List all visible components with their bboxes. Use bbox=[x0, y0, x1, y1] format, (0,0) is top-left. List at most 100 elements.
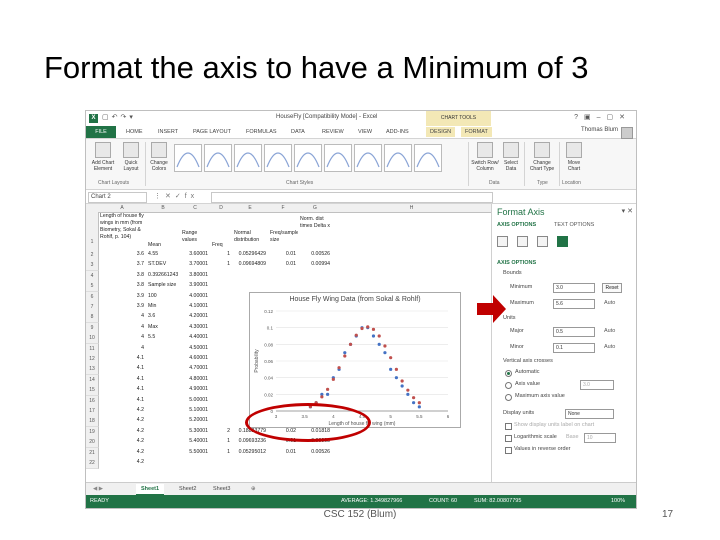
cell-c[interactable]: 5.20001 bbox=[182, 416, 208, 425]
cell-a[interactable]: 4.2 bbox=[100, 437, 144, 446]
axis-value-radio[interactable] bbox=[505, 382, 512, 389]
tab-review[interactable]: REVIEW bbox=[318, 127, 348, 137]
cell-e1[interactable]: Normal distribution bbox=[234, 230, 268, 244]
add-chart-element-button[interactable]: Add Chart Element bbox=[88, 142, 118, 172]
cell-c1[interactable]: Range values bbox=[182, 230, 210, 244]
sheet-tab-3[interactable]: Sheet3 bbox=[208, 484, 235, 494]
tab-axis-options[interactable]: AXIS OPTIONS bbox=[497, 222, 536, 228]
minor-field[interactable]: 0.1 bbox=[553, 343, 595, 353]
maximum-axis-value-radio[interactable] bbox=[505, 394, 512, 401]
tab-view[interactable]: VIEW bbox=[354, 127, 376, 137]
quick-layout-button[interactable]: Quick Layout bbox=[119, 142, 143, 172]
cell-d[interactable]: 1 bbox=[212, 260, 230, 269]
axis-options-icon[interactable] bbox=[557, 236, 568, 247]
tab-add-ins[interactable]: ADD-INS bbox=[382, 127, 413, 137]
cell-a[interactable]: 4 bbox=[100, 333, 144, 342]
chart-style-6[interactable] bbox=[324, 144, 352, 172]
column-header[interactable]: A bbox=[98, 204, 147, 213]
cell-a[interactable]: 4 bbox=[100, 344, 144, 353]
row-header[interactable]: 21 bbox=[86, 447, 99, 459]
cell-c[interactable]: 4.90001 bbox=[182, 385, 208, 394]
cell-f[interactable]: 0.01 bbox=[270, 260, 296, 269]
formula-input[interactable] bbox=[211, 192, 493, 203]
size-properties-icon[interactable] bbox=[537, 236, 548, 247]
row-header[interactable]: 6 bbox=[86, 291, 99, 303]
maximum-field[interactable]: 5.6 bbox=[553, 299, 595, 309]
zoom-level[interactable]: 100% bbox=[611, 495, 625, 508]
row-header[interactable]: 8 bbox=[86, 312, 99, 324]
cell-c[interactable]: 4.60001 bbox=[182, 354, 208, 363]
change-chart-type-button[interactable]: Change Chart Type bbox=[527, 142, 557, 172]
major-field[interactable]: 0.5 bbox=[553, 327, 595, 337]
cell-b[interactable]: 0.392661243 bbox=[148, 271, 179, 280]
cell-a[interactable]: 4.2 bbox=[100, 416, 144, 425]
cell-a1[interactable]: Length of house fly wings in mm (from Bi… bbox=[100, 213, 146, 241]
sheet-tab-2[interactable]: Sheet2 bbox=[174, 484, 201, 494]
chart-style-8[interactable] bbox=[384, 144, 412, 172]
cell-c[interactable]: 3.60001 bbox=[182, 250, 208, 259]
fill-line-icon[interactable] bbox=[497, 236, 508, 247]
chart-style-1[interactable] bbox=[174, 144, 202, 172]
cell-a[interactable]: 3.8 bbox=[100, 271, 144, 280]
cell-g[interactable]: 0.00526 bbox=[300, 250, 330, 259]
cell-c[interactable]: 3.80001 bbox=[182, 271, 208, 280]
cell-a[interactable]: 4.2 bbox=[100, 427, 144, 436]
show-units-checkbox[interactable] bbox=[505, 423, 512, 430]
cell-e[interactable]: 0.05296429 bbox=[234, 250, 266, 259]
cell-d[interactable]: 1 bbox=[212, 437, 230, 446]
row-header[interactable]: 3 bbox=[86, 260, 99, 272]
cell-c[interactable]: 5.10001 bbox=[182, 406, 208, 415]
row-header[interactable]: 16 bbox=[86, 395, 99, 407]
cell-b[interactable]: 100 bbox=[148, 292, 179, 301]
axis-value-field[interactable]: 3.0 bbox=[580, 380, 614, 390]
cell-b1[interactable]: Mean bbox=[148, 241, 180, 250]
cell-a[interactable]: 4.1 bbox=[100, 385, 144, 394]
name-box[interactable]: Chart 2 bbox=[88, 192, 147, 203]
cell-b[interactable]: Max bbox=[148, 323, 179, 332]
cell-e[interactable]: 0.09694809 bbox=[234, 260, 266, 269]
cell-c[interactable]: 4.30001 bbox=[182, 323, 208, 332]
cell-b[interactable]: ST.DEV bbox=[148, 260, 179, 269]
cell-e[interactable]: 0.09693236 bbox=[234, 437, 266, 446]
chart-style-7[interactable] bbox=[354, 144, 382, 172]
add-sheet-icon[interactable]: ⊕ bbox=[246, 484, 261, 494]
cell-d[interactable]: 1 bbox=[212, 250, 230, 259]
cell-a[interactable]: 3.8 bbox=[100, 281, 144, 290]
row-header[interactable]: 19 bbox=[86, 426, 99, 438]
quick-access-toolbar[interactable]: ▢↶↷▾ bbox=[102, 113, 136, 121]
row-header[interactable]: 22 bbox=[86, 458, 99, 469]
cell-a[interactable]: 4.2 bbox=[100, 448, 144, 457]
row-header[interactable]: 12 bbox=[86, 354, 99, 365]
row-header[interactable]: 2 bbox=[86, 250, 99, 261]
cell-a[interactable]: 4.2 bbox=[100, 458, 144, 467]
cell-f1[interactable]: Freq/sample size bbox=[270, 230, 298, 244]
cell-c[interactable]: 4.70001 bbox=[182, 364, 208, 373]
cell-a[interactable]: 4.1 bbox=[100, 354, 144, 363]
cell-c[interactable]: 4.80001 bbox=[182, 375, 208, 384]
cell-c[interactable]: 4.50001 bbox=[182, 344, 208, 353]
cell-f[interactable]: 0.01 bbox=[270, 250, 296, 259]
cell-c[interactable]: 4.40001 bbox=[182, 333, 208, 342]
maximum-auto[interactable]: Auto bbox=[604, 300, 615, 306]
window-controls[interactable]: ?▣–▢✕ bbox=[574, 113, 631, 121]
cell-e[interactable]: 0.05295012 bbox=[234, 448, 266, 457]
cell-b[interactable]: Sample size bbox=[148, 281, 179, 290]
effects-icon[interactable] bbox=[517, 236, 528, 247]
cell-f[interactable]: 0.01 bbox=[270, 448, 296, 457]
row-header[interactable]: 10 bbox=[86, 333, 99, 345]
column-header[interactable]: C bbox=[180, 204, 211, 213]
cell-g[interactable]: 0.00994 bbox=[300, 260, 330, 269]
cell-c[interactable]: 5.40001 bbox=[182, 437, 208, 446]
row-header[interactable]: 11 bbox=[86, 343, 99, 355]
tab-data[interactable]: DATA bbox=[287, 127, 309, 137]
column-header[interactable]: H bbox=[332, 204, 491, 213]
row-header[interactable]: 4 bbox=[86, 270, 99, 282]
cell-c[interactable]: 4.10001 bbox=[182, 302, 208, 311]
cell-b[interactable]: Min bbox=[148, 302, 179, 311]
reverse-order-checkbox[interactable] bbox=[505, 447, 512, 454]
cell-b[interactable]: 5.5 bbox=[148, 333, 179, 342]
row-header[interactable]: 7 bbox=[86, 302, 99, 313]
chart-style-2[interactable] bbox=[204, 144, 232, 172]
cell-c[interactable]: 4.00001 bbox=[182, 292, 208, 301]
automatic-radio[interactable] bbox=[505, 370, 512, 377]
